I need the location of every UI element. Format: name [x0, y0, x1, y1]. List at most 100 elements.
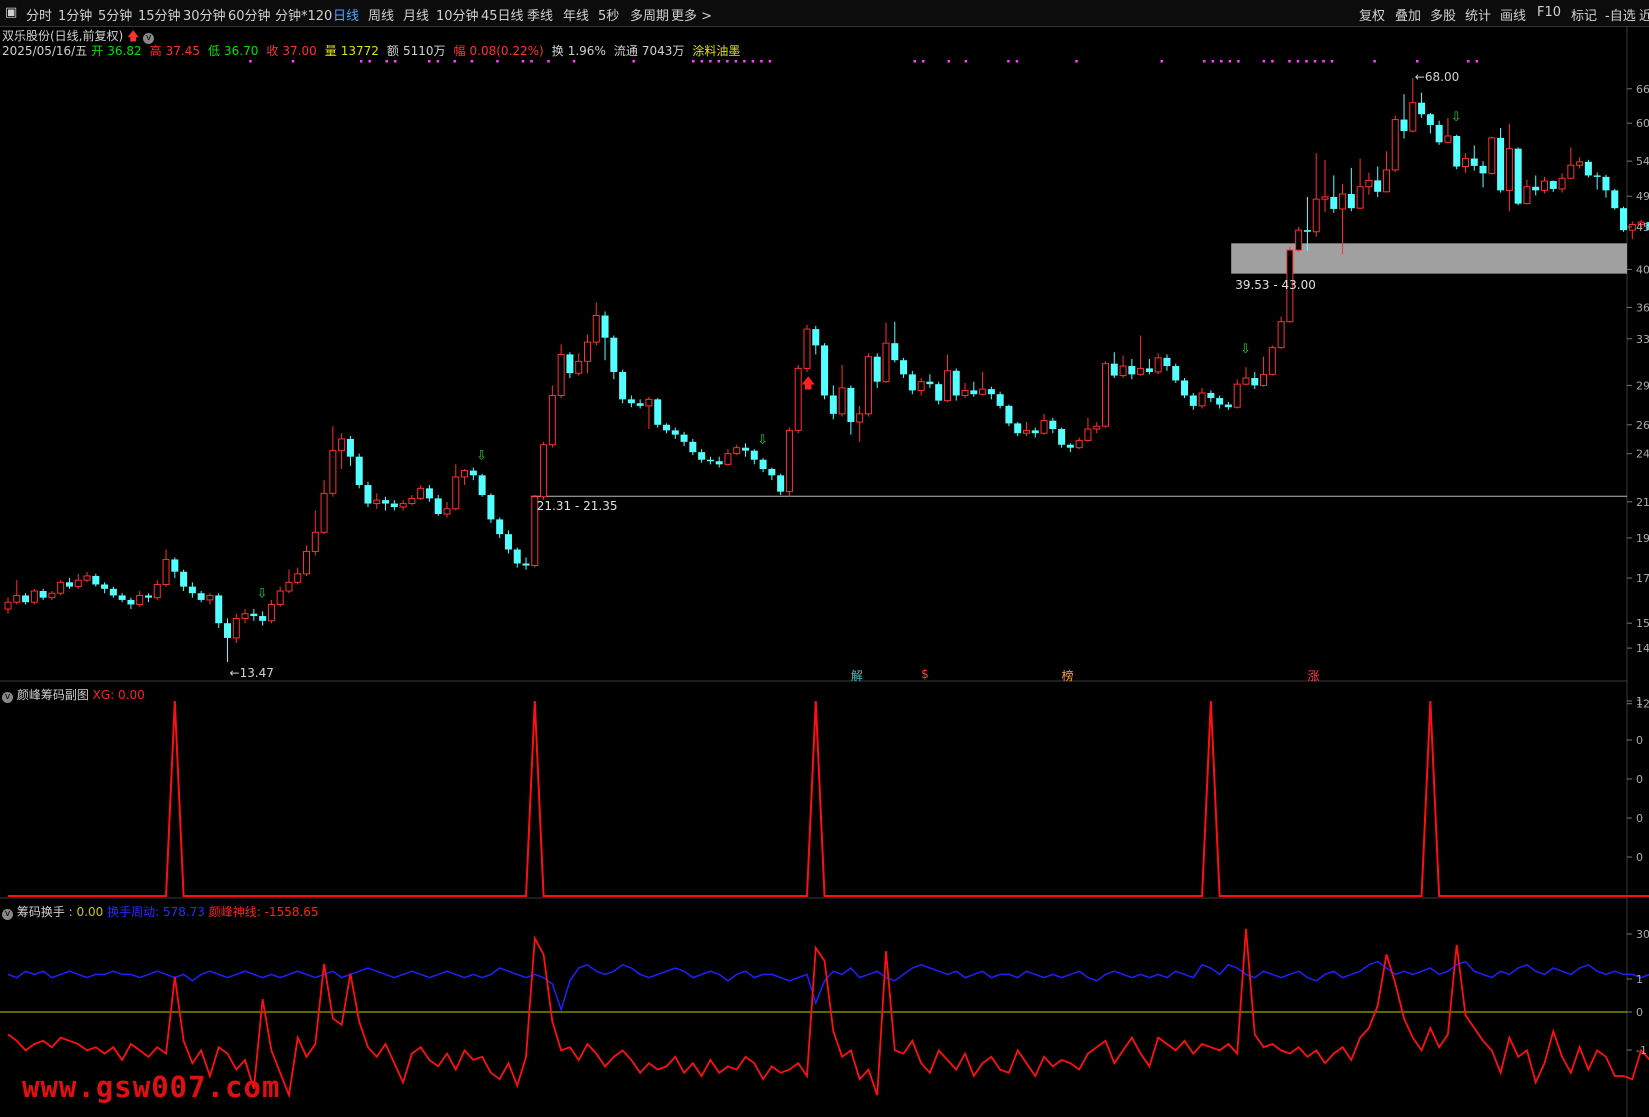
candle-body: [540, 444, 548, 498]
signal-dot: [1467, 60, 1470, 63]
candle-body: [1251, 378, 1259, 386]
candle-body: [224, 623, 231, 638]
candle-body: [882, 342, 890, 383]
signal-dot: [743, 60, 746, 63]
candle-body: [627, 399, 635, 404]
signal-dot: [385, 60, 388, 63]
candle-body: [1207, 392, 1215, 399]
candle-body: [1154, 357, 1162, 373]
signal-dot: [1288, 60, 1291, 63]
collapse-icon[interactable]: v: [2, 692, 13, 703]
y-tick-label: 17: [1636, 572, 1649, 585]
candle-body: [1479, 165, 1487, 174]
signal-dot: [726, 60, 729, 63]
signal-dot: [1296, 60, 1300, 63]
candle-body: [101, 584, 109, 589]
low-price-label: ←13.47: [229, 666, 274, 680]
candle-body: [1172, 366, 1180, 381]
sub1-header: v 颜峰筹码副图 XG: 0.00: [2, 686, 145, 703]
candle-body: [513, 549, 521, 564]
candle-body: [320, 492, 328, 533]
candle-body: [1461, 157, 1469, 168]
signal-dot: [436, 60, 440, 63]
candle-body: [1163, 357, 1171, 367]
sub1-tick-label: 0: [1636, 851, 1643, 864]
candle-body: [1102, 363, 1109, 427]
signal-dot: [1415, 60, 1419, 63]
signal-dot: [1322, 60, 1325, 63]
signal-dot: [947, 60, 951, 63]
candle-body: [434, 498, 442, 515]
candle-body: [469, 470, 477, 476]
candle-body: [1602, 176, 1610, 191]
signal-dot: [530, 60, 533, 63]
candle-body: [487, 495, 495, 520]
sub1-title: 颜峰筹码副图: [16, 688, 89, 702]
sub1-tick-label: 0: [1636, 812, 1643, 825]
candle-body: [715, 461, 723, 465]
candle-body: [162, 558, 170, 585]
candle-body: [557, 353, 565, 396]
event-marker[interactable]: 涨: [1307, 667, 1319, 684]
collapse-icon[interactable]: v: [2, 909, 13, 920]
event-marker[interactable]: 解: [851, 667, 863, 684]
high-price-label: ←68.00: [1414, 70, 1460, 84]
candle-body: [215, 595, 223, 624]
candle-body: [768, 469, 776, 476]
signal-dot: [1237, 60, 1240, 63]
candle-body: [1532, 186, 1540, 191]
candle-body: [812, 329, 820, 346]
candle-body: [206, 594, 214, 601]
candle-body: [1549, 181, 1557, 189]
candle-body: [1558, 177, 1566, 190]
candle-body: [1435, 124, 1443, 143]
candle-body: [1128, 366, 1136, 375]
signal-dot: [359, 60, 363, 63]
y-tick-label: 24: [1636, 448, 1649, 461]
candle-body: [987, 389, 995, 395]
candle-body: [1066, 444, 1074, 448]
signal-dot: [1262, 60, 1266, 63]
candle-body: [1576, 161, 1584, 166]
candle-body: [1426, 114, 1434, 125]
candle-body: [1541, 180, 1548, 191]
candle-body: [346, 438, 354, 457]
sub2-title: 筹码换手: [16, 905, 65, 919]
event-marker[interactable]: 榜: [1062, 667, 1074, 684]
sub2-tick-label: 1: [1636, 973, 1643, 986]
y-tick-label: 15: [1636, 617, 1649, 630]
candle-body: [1005, 405, 1013, 424]
candle-body: [1523, 186, 1531, 205]
candle-body: [1198, 392, 1206, 407]
candle-body: [654, 399, 662, 425]
y-tick-label: 29: [1636, 379, 1649, 392]
sub2-header: v 筹码换手 : 0.00 换手周动: 578.73 颜峰神线: -1558.6…: [2, 903, 319, 920]
signal-dot: [922, 60, 925, 63]
event-marker[interactable]: $: [921, 667, 929, 681]
signal-dot: [734, 60, 738, 63]
kline-chart[interactable]: ⇩⇩⇩⇩⇩🡅 10000 3010-1 66605449454036332926…: [0, 0, 1649, 1117]
candle-body: [382, 500, 390, 504]
signal-dot: [1075, 60, 1078, 63]
candle-body: [338, 438, 346, 452]
candle-body: [180, 571, 188, 587]
candle-body: [575, 360, 583, 374]
y-tick-label: 40: [1636, 263, 1649, 276]
candle-body: [750, 450, 758, 460]
candle-body: [917, 381, 925, 391]
y-tick-label: 49: [1636, 190, 1649, 203]
signal-dot: [470, 60, 474, 63]
candle-body: [1084, 428, 1092, 441]
candle-body: [4, 601, 12, 610]
signal-dot: [1015, 60, 1019, 63]
band-range-label: 39.53 - 43.00: [1235, 277, 1316, 292]
candle-body: [294, 573, 302, 583]
candle-body: [1365, 179, 1373, 188]
candle-body: [671, 430, 679, 435]
candle-body: [1611, 190, 1619, 209]
candle-body: [645, 398, 653, 407]
sub1-tick-label: 0: [1636, 734, 1643, 747]
candle-body: [496, 519, 504, 535]
y-tick-label: 14: [1636, 642, 1649, 655]
candle-body: [829, 395, 837, 414]
